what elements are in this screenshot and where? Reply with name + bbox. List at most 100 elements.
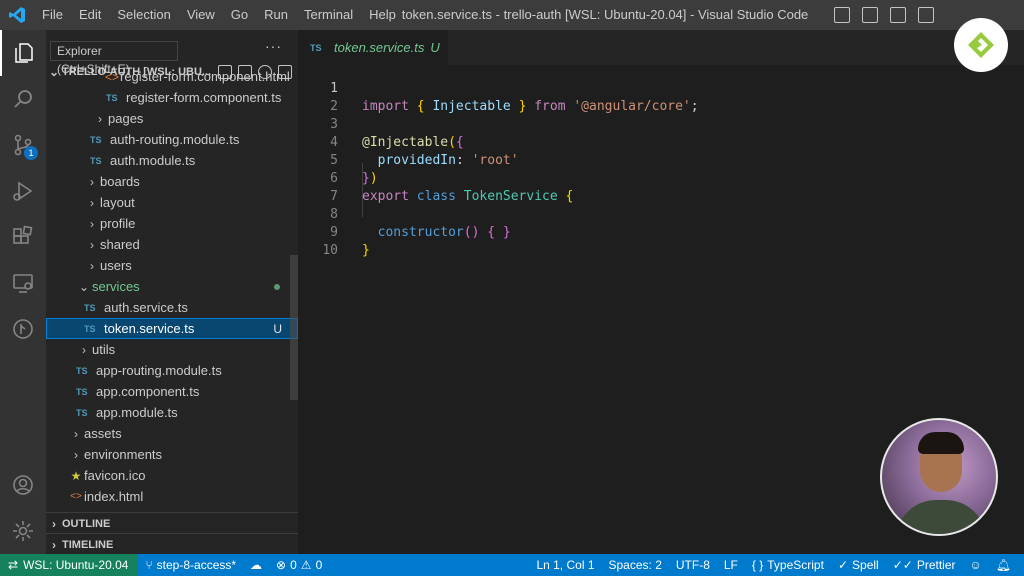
remote-indicator[interactable]: ⇄ WSL: Ubuntu-20.04 [0,554,139,576]
menu-bar: File Edit Selection View Go Run Terminal… [34,0,404,30]
code-line: 7 [330,189,338,204]
typescript-file-icon: TS [76,407,88,418]
cursor-position[interactable]: Ln 1, Col 1 [529,558,601,572]
menu-run[interactable]: Run [256,0,296,30]
tree-item-app-component[interactable]: TS app.component.ts [46,381,298,402]
typescript-file-icon: TS [84,323,96,334]
toggle-panel-icon[interactable] [862,7,878,23]
tree-item-layout[interactable]: › layout [46,192,298,213]
settings-gear-icon[interactable] [0,508,46,554]
tree-item-environments[interactable]: › environments [46,444,298,465]
tree-item-auth-service[interactable]: TS auth.service.ts [46,297,298,318]
tree-item-pages[interactable]: › pages [46,108,298,129]
code-line: 8 constructor() { } [330,207,511,240]
double-check-icon: ✓✓ [892,558,913,572]
search-icon[interactable] [0,76,46,122]
menu-selection[interactable]: Selection [109,0,178,30]
tree-item-assets[interactable]: › assets [46,423,298,444]
problems-indicator[interactable]: ⊗ 0 ⚠ 0 [269,558,329,572]
tree-item-services[interactable]: ⌄ services [46,276,298,297]
typescript-file-icon: TS [84,302,96,313]
window-title: token.service.ts - trello-auth [WSL: Ubu… [401,7,809,22]
chevron-down-icon: ⌄ [78,279,90,294]
more-actions-icon[interactable]: ··· [265,38,282,54]
spell-checker[interactable]: ✓ Spell [831,558,886,572]
customize-layout-icon[interactable] [918,7,934,23]
warning-icon: ⚠ [300,558,312,572]
chevron-right-icon: › [52,516,56,531]
code-line: 9 } [330,225,370,258]
braces-icon: { } [751,558,764,572]
tree-item-favicon[interactable]: ★ favicon.ico [46,465,298,486]
explorer-tooltip: Explorer (Ctrl+Shift+E) [50,41,178,76]
tab-token-service[interactable]: TS token.service.ts U [298,30,448,65]
explorer-sidebar: ··· ⌄ TRELLO-AUTH [WSL: UBU... <> regist… [46,30,298,554]
indentation[interactable]: Spaces: 2 [602,558,669,572]
tree-item-app-module[interactable]: TS app.module.ts [46,402,298,423]
toggle-primary-sidebar-icon[interactable] [834,7,850,23]
prettier-status[interactable]: ✓✓ Prettier [886,558,963,572]
extensions-icon[interactable] [0,214,46,260]
timeline-section-header[interactable]: › TIMELINE [46,533,298,554]
menu-go[interactable]: Go [223,0,256,30]
explorer-icon[interactable] [0,30,46,76]
tab-status: U [430,40,440,55]
outline-section-header[interactable]: › OUTLINE [46,512,298,534]
tree-item-users[interactable]: › users [46,255,298,276]
notifications-bell-icon[interactable]: 🔔︎ [989,558,1018,572]
chevron-right-icon: › [82,342,86,357]
chevron-right-icon: › [90,237,94,252]
file-tree: <> register-form.component.html TS regis… [46,69,298,507]
tree-item-utils[interactable]: › utils [46,339,298,360]
tree-item-boards[interactable]: › boards [46,171,298,192]
code-line: 2 [330,99,338,114]
menu-view[interactable]: View [179,0,223,30]
menu-edit[interactable]: Edit [71,0,109,30]
modified-dot-icon [274,283,280,290]
chevron-right-icon: › [74,447,78,462]
menu-terminal[interactable]: Terminal [296,0,361,30]
error-icon: ⊗ [276,558,287,572]
git-graph-icon[interactable] [0,306,46,352]
toggle-secondary-sidebar-icon[interactable] [890,7,906,23]
code-line: 1 import { Injectable } from '@angular/c… [330,81,699,114]
tree-item-register-form-ts[interactable]: TS register-form.component.ts [46,87,298,108]
tree-item-shared[interactable]: › shared [46,234,298,255]
code-line: 10 [322,243,338,258]
typescript-file-icon: TS [76,365,88,376]
account-icon[interactable] [0,462,46,508]
code-line: 5 }) [330,153,378,186]
remote-icon: ⇄ [8,558,19,572]
branch-indicator[interactable]: ⑂ step-8-access* [138,558,243,572]
remote-explorer-icon[interactable] [0,260,46,306]
html-file-icon: <> [70,491,82,502]
chevron-right-icon: › [90,216,94,231]
feedback-icon[interactable]: ☺ [963,558,989,572]
chevron-right-icon: › [90,174,94,189]
source-control-icon[interactable]: 1 [0,122,46,168]
tree-item-token-service[interactable]: TS token.service.ts U [46,318,298,339]
title-bar: File Edit Selection View Go Run Terminal… [0,0,1024,30]
sync-button[interactable]: ☁ [243,558,269,572]
tree-item-index-html[interactable]: <> index.html [46,486,298,507]
encoding[interactable]: UTF-8 [669,558,717,572]
chevron-right-icon: › [74,426,78,441]
sidebar-scrollbar[interactable] [290,255,298,400]
vscode-logo-icon [0,0,34,30]
star-file-icon: ★ [70,468,82,483]
menu-file[interactable]: File [34,0,71,30]
check-icon: ✓ [837,558,849,572]
typescript-file-icon: TS [90,155,102,166]
status-bar-right: Ln 1, Col 1 Spaces: 2 UTF-8 LF { } TypeS… [529,554,1018,576]
tree-item-auth-routing[interactable]: TS auth-routing.module.ts [46,129,298,150]
end-of-line[interactable]: LF [717,558,745,572]
language-mode[interactable]: { } TypeScript [745,558,831,572]
brand-logo [954,18,1008,72]
typescript-file-icon: TS [76,386,88,397]
typescript-file-icon: TS [106,92,118,103]
code-line: 4 providedIn: 'root' [330,135,519,168]
tree-item-app-routing[interactable]: TS app-routing.module.ts [46,360,298,381]
tree-item-profile[interactable]: › profile [46,213,298,234]
run-debug-icon[interactable] [0,168,46,214]
tree-item-auth-module[interactable]: TS auth.module.ts [46,150,298,171]
